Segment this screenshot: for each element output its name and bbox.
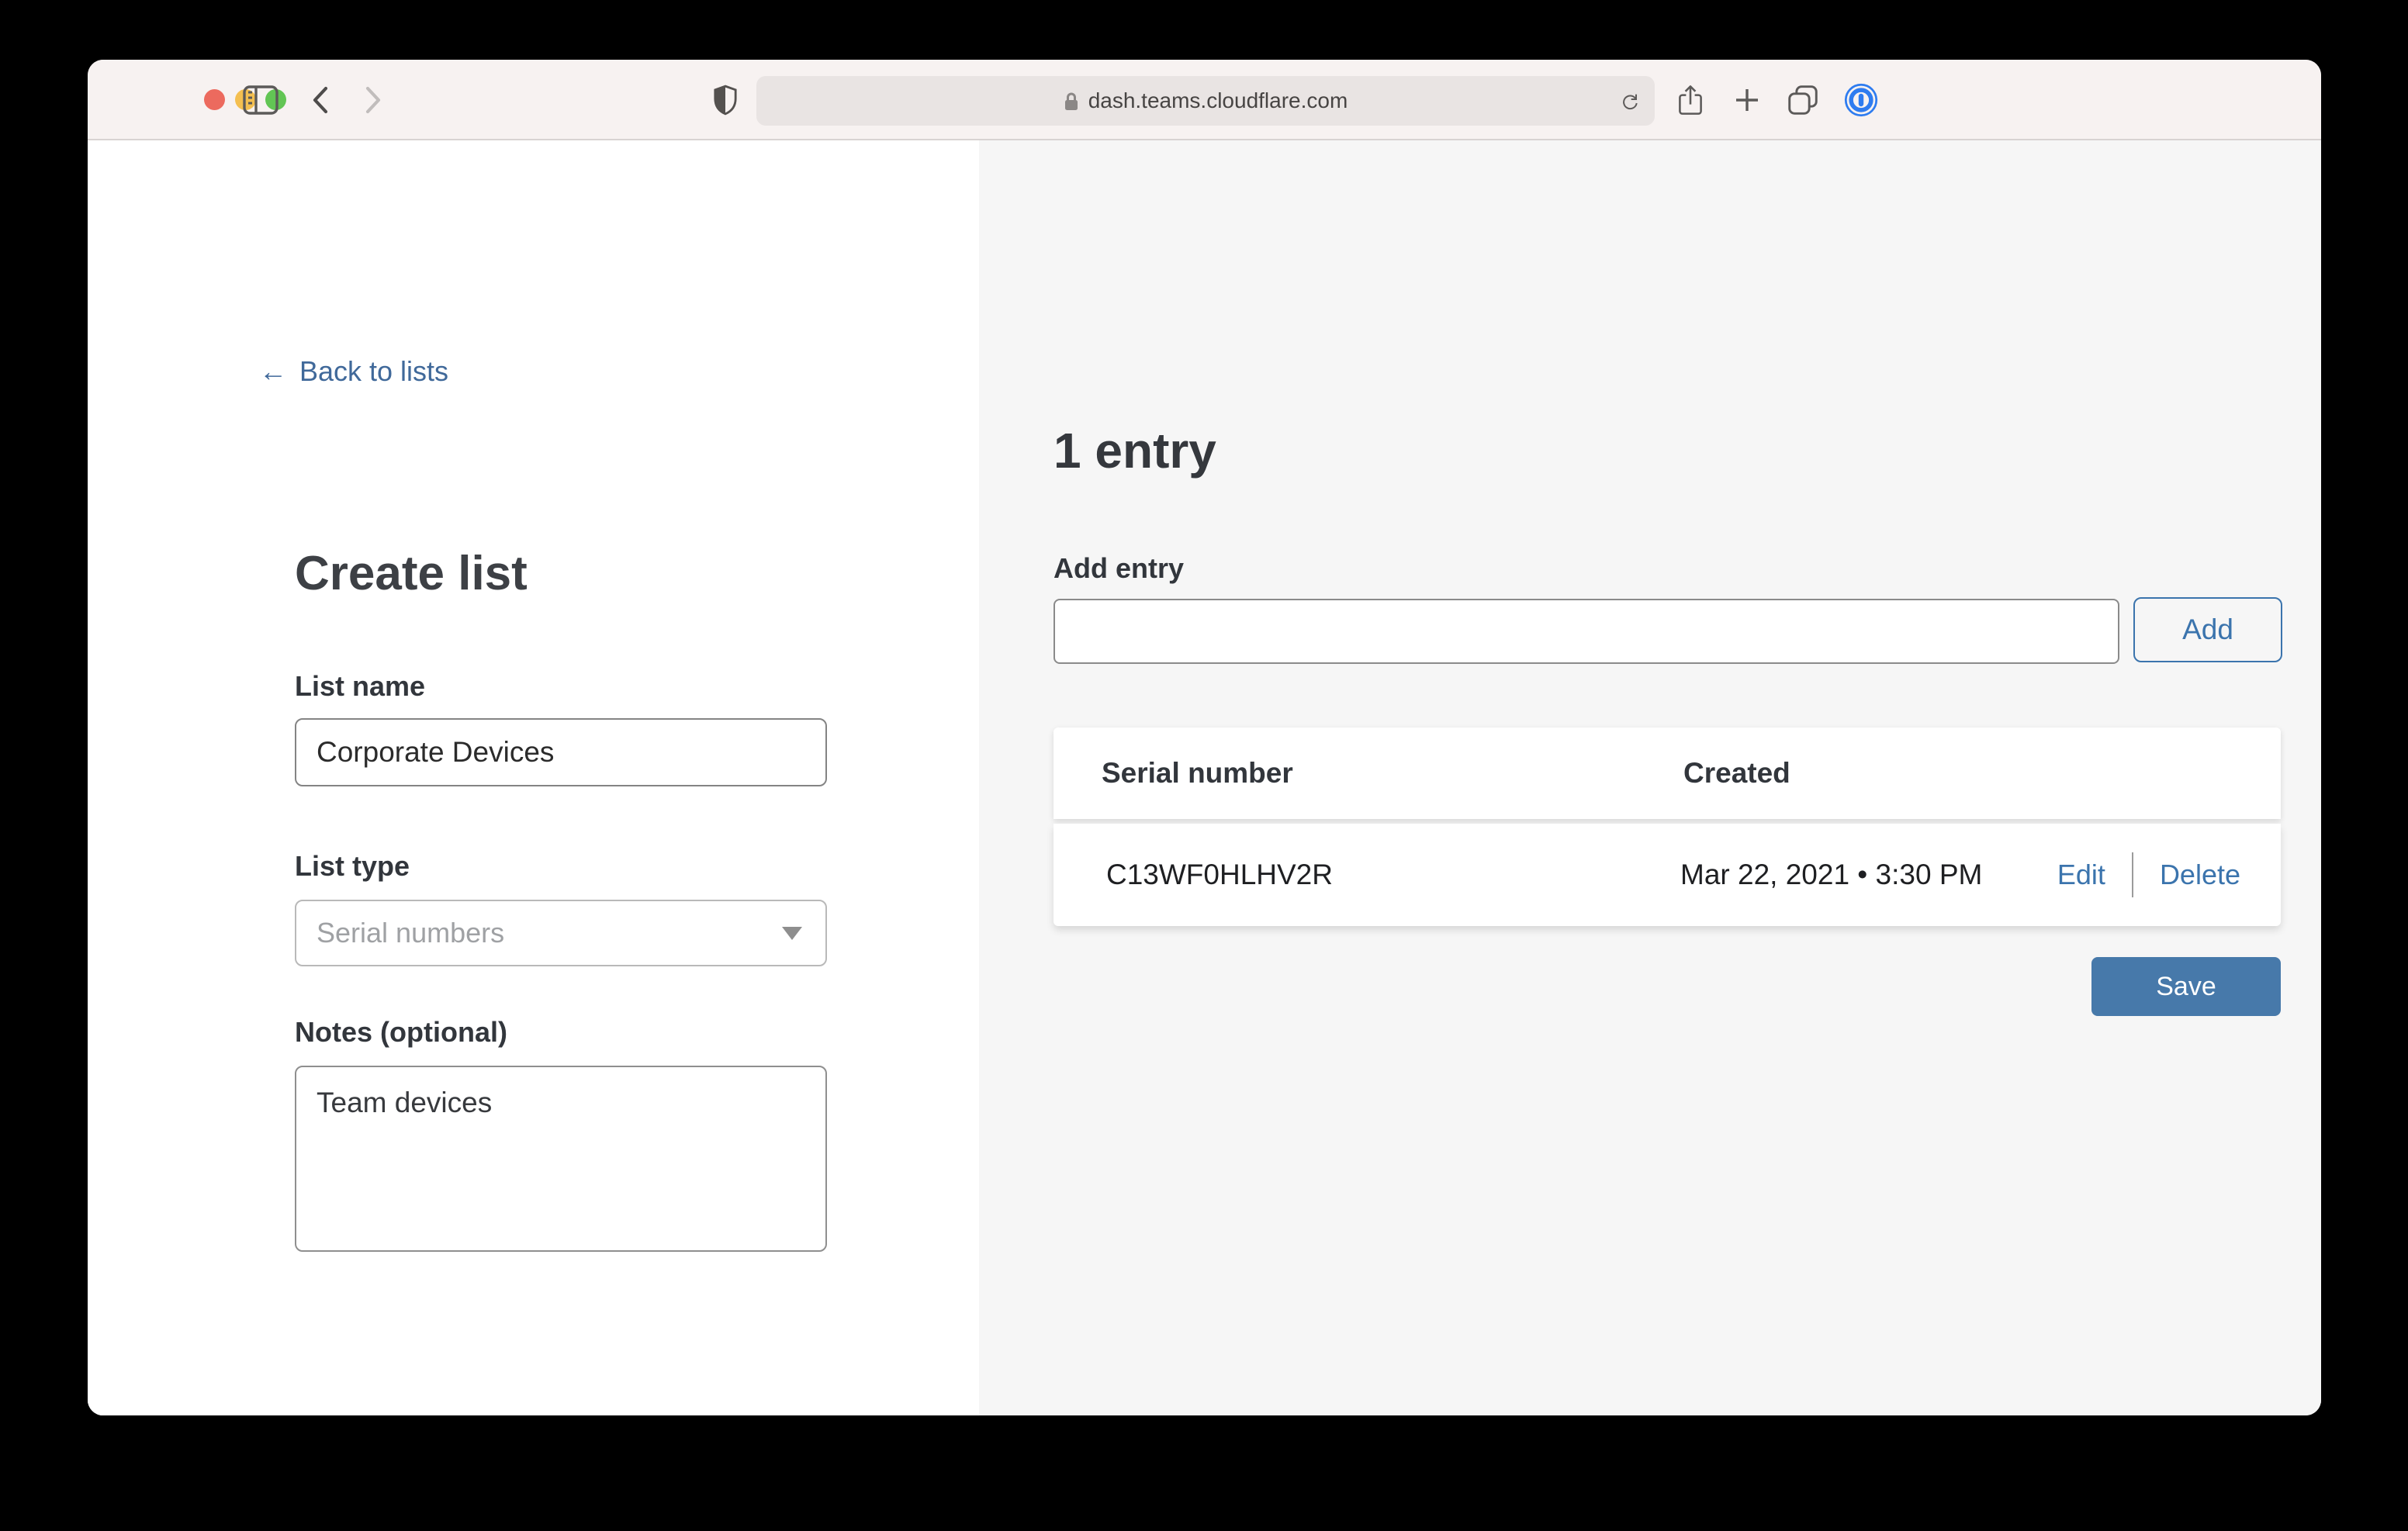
new-tab-button[interactable] xyxy=(1732,60,1763,140)
close-window-button[interactable] xyxy=(204,89,225,110)
serial-number-column-header: Serial number xyxy=(1102,727,1293,819)
entries-count-heading: 1 entry xyxy=(1054,422,1216,479)
row-actions: Edit Delete xyxy=(2057,824,2240,926)
onepassword-extension-icon[interactable] xyxy=(1842,60,1880,140)
entry-created-date: Mar 22, 2021 • 3:30 PM xyxy=(1680,824,1982,926)
sidebar-toggle-glyph xyxy=(243,85,279,115)
edit-entry-button[interactable]: Edit xyxy=(2057,859,2105,891)
back-to-lists-link[interactable]: ← Back to lists xyxy=(259,355,448,388)
share-icon xyxy=(1678,84,1703,116)
screen: dash.teams.cloudflare.com xyxy=(0,0,2408,1531)
delete-entry-button[interactable]: Delete xyxy=(2160,859,2240,891)
list-type-label: List type xyxy=(295,850,410,883)
notes-label: Notes (optional) xyxy=(295,1016,507,1049)
table-row: C13WF0HLHV2R Mar 22, 2021 • 3:30 PM Edit… xyxy=(1054,824,2281,926)
share-button[interactable] xyxy=(1675,60,1706,140)
chevron-down-icon xyxy=(782,927,802,940)
page-content: ← Back to lists Create list List name Li… xyxy=(88,140,2321,1415)
onepassword-glyph xyxy=(1844,83,1878,117)
list-name-label: List name xyxy=(295,670,425,703)
browser-window: dash.teams.cloudflare.com xyxy=(88,60,2321,1415)
save-button[interactable]: Save xyxy=(2091,957,2281,1016)
back-button[interactable] xyxy=(305,60,336,140)
reload-icon xyxy=(1621,88,1639,113)
tab-overview-button[interactable] xyxy=(1786,60,1820,140)
back-to-lists-label: Back to lists xyxy=(299,355,448,388)
chevron-left-icon xyxy=(312,86,329,114)
entries-table-header: Serial number Created xyxy=(1054,727,2281,819)
plus-icon xyxy=(1735,88,1759,112)
reload-button[interactable] xyxy=(1616,87,1644,115)
list-type-select[interactable]: Serial numbers xyxy=(295,900,827,966)
created-column-header: Created xyxy=(1683,727,1790,819)
add-entry-button[interactable]: Add xyxy=(2133,597,2282,662)
list-type-selected-value: Serial numbers xyxy=(317,917,504,949)
url-bar[interactable]: dash.teams.cloudflare.com xyxy=(756,76,1655,126)
url-text: dash.teams.cloudflare.com xyxy=(1088,88,1348,113)
lock-icon xyxy=(1064,91,1079,112)
page-title: Create list xyxy=(295,546,528,601)
tab-overview-icon xyxy=(1787,85,1818,116)
forward-button[interactable] xyxy=(358,60,389,140)
chevron-right-icon xyxy=(365,86,382,114)
back-arrow-icon: ← xyxy=(259,355,287,388)
notes-textarea[interactable]: Team devices xyxy=(295,1066,827,1252)
list-name-input[interactable] xyxy=(295,718,827,786)
actions-divider xyxy=(2132,852,2133,897)
sidebar-toggle-icon[interactable] xyxy=(239,60,282,140)
entry-serial-number: C13WF0HLHV2R xyxy=(1106,824,1333,926)
shield-glyph xyxy=(713,84,738,116)
add-entry-input[interactable] xyxy=(1054,599,2119,664)
browser-toolbar: dash.teams.cloudflare.com xyxy=(88,60,2321,140)
add-entry-label: Add entry xyxy=(1054,552,1184,585)
privacy-shield-icon[interactable] xyxy=(708,60,742,140)
